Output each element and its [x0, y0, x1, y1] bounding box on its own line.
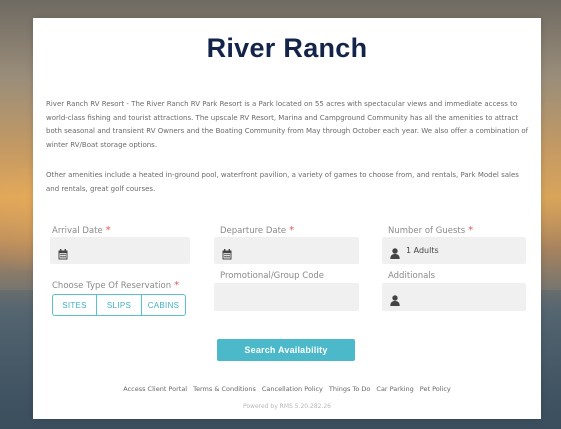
reservation-type-cabins-button[interactable]: CABINS: [141, 294, 186, 316]
reservation-type-sites-button[interactable]: SITES: [52, 294, 97, 316]
reservation-type-slips-button[interactable]: SLIPS: [96, 294, 142, 316]
additionals-selector[interactable]: [382, 283, 526, 311]
guests-selector[interactable]: 1 Adults: [382, 237, 526, 264]
guests-label: Number of Guests *: [388, 225, 473, 236]
booking-panel: River Ranch River Ranch RV Resort - The …: [33, 18, 541, 419]
footer-link-car-parking[interactable]: Car Parking: [376, 385, 413, 393]
guests-value: 1 Adults: [406, 246, 439, 255]
footer-link-terms[interactable]: Terms & Conditions: [193, 385, 256, 393]
page-title: River Ranch: [206, 33, 368, 63]
search-availability-button[interactable]: Search Availability: [217, 339, 355, 361]
reservation-type-toggle: SITES SLIPS CABINS: [52, 294, 186, 316]
calendar-icon: [222, 245, 232, 264]
arrival-date-label: Arrival Date *: [52, 225, 111, 236]
arrival-date-label-text: Arrival Date: [52, 226, 103, 236]
description-paragraph-2: Other amenities include a heated in-grou…: [46, 171, 519, 193]
guests-label-text: Number of Guests: [388, 226, 466, 236]
person-icon: [390, 244, 400, 263]
reservation-type-label-text: Choose Type Of Reservation: [52, 281, 172, 291]
footer-link-things-to-do[interactable]: Things To Do: [329, 385, 371, 393]
required-asterisk: *: [289, 225, 295, 236]
departure-date-label-text: Departure Date: [220, 226, 287, 236]
required-asterisk: *: [174, 280, 180, 291]
footer-link-client-portal[interactable]: Access Client Portal: [123, 385, 187, 393]
promo-code-input[interactable]: [214, 283, 359, 311]
description-paragraph-1: River Ranch RV Resort - The River Ranch …: [46, 100, 529, 149]
required-asterisk: *: [468, 225, 474, 236]
calendar-icon: [58, 245, 68, 264]
departure-date-input[interactable]: [214, 237, 359, 264]
arrival-date-input[interactable]: [50, 237, 190, 264]
person-icon: [390, 291, 400, 310]
departure-date-label: Departure Date *: [220, 225, 294, 236]
promo-code-label: Promotional/Group Code: [220, 271, 325, 281]
reservation-type-label: Choose Type Of Reservation *: [52, 280, 179, 291]
footer-links: Access Client Portal Terms & Conditions …: [33, 385, 541, 393]
additionals-label: Additionals: [388, 271, 436, 281]
required-asterisk: *: [105, 225, 111, 236]
footer-link-cancellation[interactable]: Cancellation Policy: [262, 385, 323, 393]
footer-link-pet-policy[interactable]: Pet Policy: [420, 385, 451, 393]
powered-by: Powered by RMS 5.20.282.26: [242, 403, 331, 410]
